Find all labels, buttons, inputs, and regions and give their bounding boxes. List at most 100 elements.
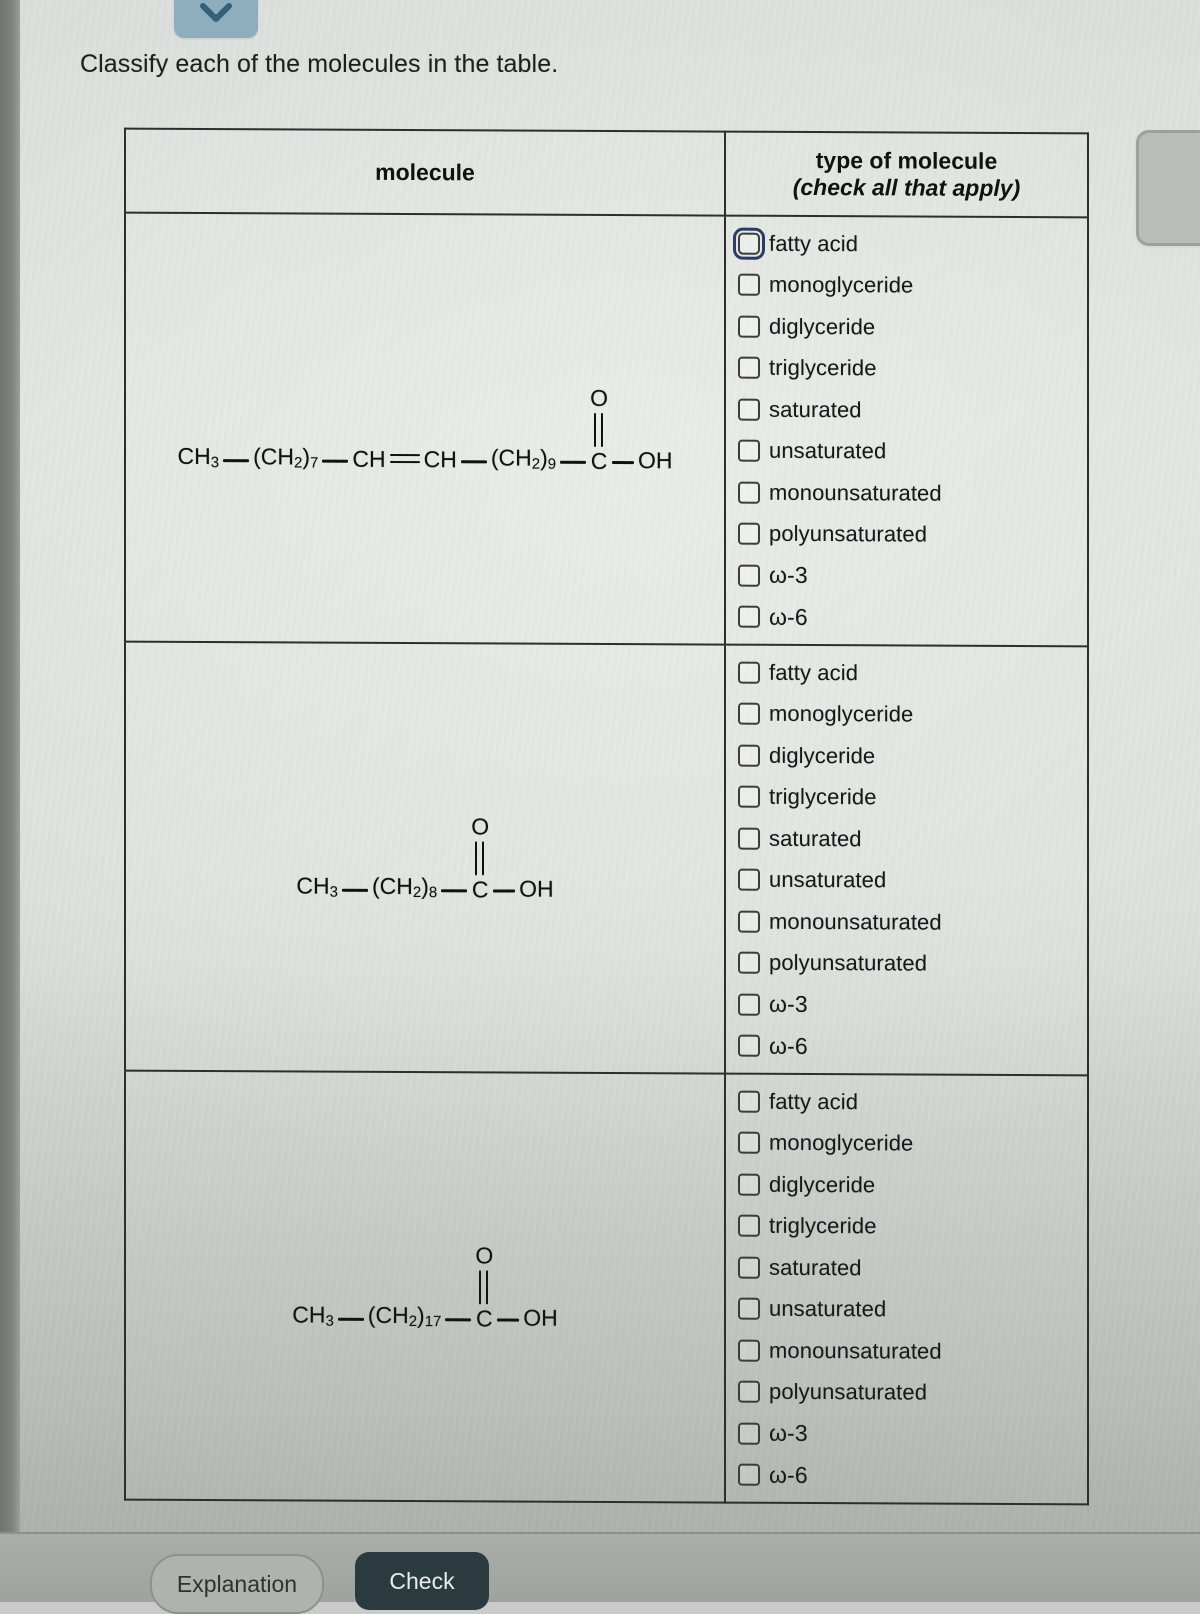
checkbox-monoglyceride-3[interactable] <box>738 1131 760 1155</box>
checkbox-label: monounsaturated <box>769 1337 942 1364</box>
check-button[interactable]: Check <box>355 1552 489 1610</box>
checkbox-row-omega3-1[interactable]: ω-3 <box>738 555 1087 598</box>
checkbox-omega3-1[interactable] <box>738 564 760 587</box>
mol1-hydroxyl: OH <box>637 447 673 474</box>
checkbox-unsaturated-1[interactable] <box>738 439 760 463</box>
checkbox-omega3-2[interactable] <box>738 993 760 1016</box>
table-row: CH3 (CH2)17 O C OH fatty acid monoglycer… <box>125 1070 1088 1505</box>
checkbox-polyunsaturated-1[interactable] <box>738 522 760 546</box>
checkbox-fatty-acid-2[interactable] <box>738 661 760 684</box>
checkbox-row-monoglyceride-2[interactable]: monoglyceride <box>738 693 1087 736</box>
checkbox-label: ω-6 <box>769 603 808 630</box>
checkbox-row-saturated-1[interactable]: saturated <box>738 389 1087 432</box>
checkbox-saturated-1[interactable] <box>738 398 760 421</box>
checkbox-omega6-1[interactable] <box>738 605 760 629</box>
checkbox-monoglyceride-2[interactable] <box>738 702 760 726</box>
mol2-carbon: C <box>471 875 489 902</box>
checkbox-row-polyunsaturated-1[interactable]: polyunsaturated <box>738 513 1087 556</box>
checkbox-triglyceride-2[interactable] <box>738 785 760 809</box>
checkbox-label: fatty acid <box>769 659 859 685</box>
mol2-ch2-8: (CH2)8 <box>371 872 438 901</box>
checkbox-monounsaturated-3[interactable] <box>738 1339 760 1362</box>
checkbox-row-monounsaturated-3[interactable]: monounsaturated <box>738 1330 1087 1373</box>
checkbox-row-fatty-acid-1[interactable]: fatty acid <box>733 223 1087 266</box>
checkbox-label: triglyceride <box>769 355 877 381</box>
checkbox-triglyceride-1[interactable] <box>738 356 760 380</box>
checkbox-label: unsaturated <box>769 438 887 464</box>
checkbox-triglyceride-3[interactable] <box>738 1214 760 1238</box>
checkbox-fatty-acid-3[interactable] <box>738 1090 760 1113</box>
checkbox-row-monounsaturated-2[interactable]: monounsaturated <box>738 901 1087 944</box>
checkbox-diglyceride-2[interactable] <box>738 744 760 767</box>
checkbox-omega6-3[interactable] <box>738 1463 760 1487</box>
bond-single <box>322 459 349 463</box>
checkbox-omega3-3[interactable] <box>738 1422 760 1445</box>
bond-single <box>493 889 516 893</box>
checkbox-row-saturated-2[interactable]: saturated <box>738 818 1087 861</box>
checkbox-monounsaturated-2[interactable] <box>738 910 760 933</box>
checkbox-row-triglyceride-2[interactable]: triglyceride <box>738 776 1087 819</box>
checkbox-monounsaturated-1[interactable] <box>738 481 760 504</box>
column-header-type-line1: type of molecule <box>815 147 998 174</box>
checkbox-saturated-3[interactable] <box>738 1256 760 1279</box>
checkbox-label: monounsaturated <box>769 479 942 506</box>
checkbox-omega6-2[interactable] <box>738 1034 760 1058</box>
molecule-structure-1: CH3 (CH2)7 CH CH (CH2)9 O C OH <box>125 212 725 645</box>
checkbox-row-unsaturated-1[interactable]: unsaturated <box>738 430 1087 473</box>
checkbox-label: polyunsaturated <box>769 1379 928 1405</box>
checkbox-unsaturated-3[interactable] <box>738 1297 760 1321</box>
checkbox-row-triglyceride-3[interactable]: triglyceride <box>738 1205 1087 1248</box>
explanation-button[interactable]: Explanation <box>150 1554 324 1614</box>
checkbox-row-polyunsaturated-3[interactable]: polyunsaturated <box>738 1371 1087 1414</box>
mol3-oxygen: O <box>475 1241 494 1268</box>
device-bezel-strip <box>0 0 20 1600</box>
checkbox-unsaturated-2[interactable] <box>738 868 760 892</box>
checkbox-monoglyceride-1[interactable] <box>738 273 760 297</box>
checkbox-label: ω-3 <box>769 1420 808 1447</box>
mol2-carbonyl-group: O C <box>471 813 489 902</box>
checkbox-diglyceride-3[interactable] <box>738 1173 760 1196</box>
checkbox-row-omega6-2[interactable]: ω-6 <box>738 1025 1087 1068</box>
checkbox-row-omega3-3[interactable]: ω-3 <box>738 1413 1087 1456</box>
column-header-molecule-label: molecule <box>375 158 475 185</box>
classification-table: molecule type of molecule (check all tha… <box>124 128 1088 1505</box>
column-header-type-line2: (check all that apply) <box>792 173 1021 202</box>
checkbox-row-omega6-3[interactable]: ω-6 <box>738 1454 1087 1497</box>
checkbox-polyunsaturated-2[interactable] <box>738 951 760 975</box>
checkbox-label: saturated <box>769 1254 862 1281</box>
checkbox-row-monoglyceride-3[interactable]: monoglyceride <box>738 1122 1087 1165</box>
checkbox-row-fatty-acid-2[interactable]: fatty acid <box>738 652 1087 695</box>
checkbox-row-fatty-acid-3[interactable]: fatty acid <box>738 1081 1087 1124</box>
collapse-toggle-button[interactable] <box>174 0 258 38</box>
mol1-ch-b: CH <box>423 446 457 473</box>
bond-single <box>337 1317 364 1321</box>
bond-single <box>441 889 468 892</box>
checkbox-label: monoglyceride <box>769 701 914 727</box>
checkbox-row-triglyceride-1[interactable]: triglyceride <box>738 347 1087 390</box>
checkbox-row-diglyceride-2[interactable]: diglyceride <box>738 735 1087 778</box>
mol3-carbonyl-group: O C <box>475 1241 494 1331</box>
molecule-structure-3: CH3 (CH2)17 O C OH <box>125 1070 725 1503</box>
checkbox-row-polyunsaturated-2[interactable]: polyunsaturated <box>738 942 1087 985</box>
checkbox-row-omega6-1[interactable]: ω-6 <box>738 596 1087 639</box>
checkbox-diglyceride-1[interactable] <box>738 315 760 338</box>
checkbox-polyunsaturated-3[interactable] <box>738 1380 760 1404</box>
checkbox-row-monounsaturated-1[interactable]: monounsaturated <box>738 472 1087 515</box>
options-cell-1: fatty acid monoglyceride diglyceride tri… <box>725 215 1088 647</box>
bond-single <box>341 888 368 892</box>
checkbox-row-saturated-3[interactable]: saturated <box>738 1247 1087 1290</box>
table-row: CH3 (CH2)7 CH CH (CH2)9 O C OH fatty aci… <box>125 212 1088 647</box>
checkbox-saturated-2[interactable] <box>738 827 760 850</box>
chevron-down-icon <box>199 2 233 38</box>
checkbox-label: ω-3 <box>769 562 808 589</box>
checkbox-row-omega3-2[interactable]: ω-3 <box>738 984 1087 1027</box>
checkbox-row-unsaturated-2[interactable]: unsaturated <box>738 859 1087 902</box>
checkbox-row-diglyceride-3[interactable]: diglyceride <box>738 1164 1087 1207</box>
mol1-carbonyl-group: O C <box>590 384 608 473</box>
checkbox-row-monoglyceride-1[interactable]: monoglyceride <box>738 264 1087 307</box>
checkbox-row-diglyceride-1[interactable]: diglyceride <box>738 306 1087 349</box>
checkbox-fatty-acid-1[interactable] <box>733 227 765 260</box>
bond-single <box>497 1318 520 1322</box>
side-panel-partial[interactable] <box>1136 130 1200 246</box>
checkbox-row-unsaturated-3[interactable]: unsaturated <box>738 1288 1087 1331</box>
